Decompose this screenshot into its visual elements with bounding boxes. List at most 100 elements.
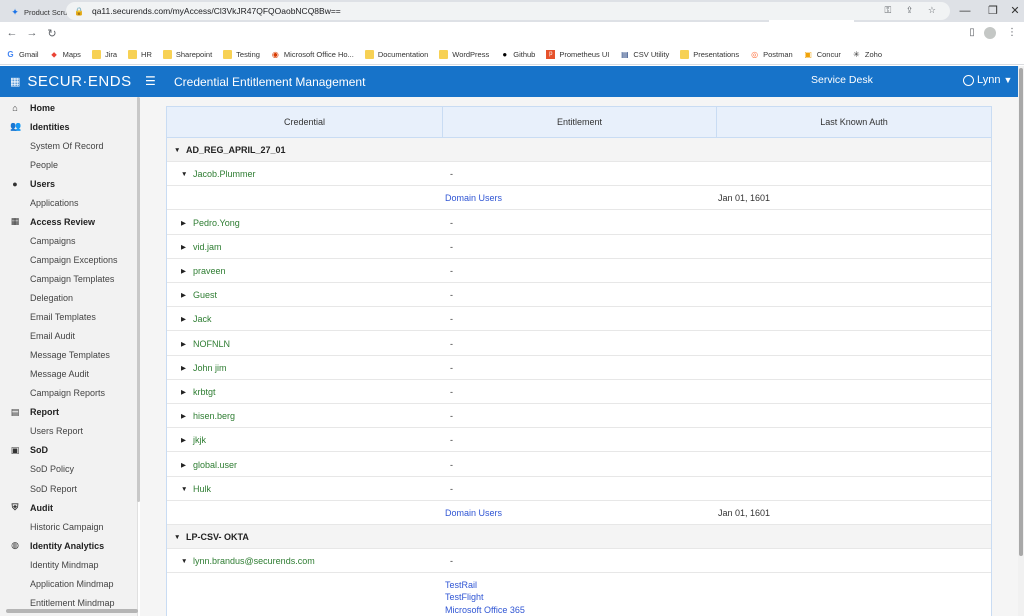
bookmark-item[interactable]: Presentations <box>680 49 739 59</box>
caret-right-icon[interactable]: ▶ <box>181 454 190 478</box>
credential-cell[interactable]: ▶ Pedro.Yong <box>181 211 240 235</box>
bookmark-item[interactable]: ▣ Concur <box>804 50 840 59</box>
sidebar-item-users-report[interactable]: Users Report <box>0 422 137 441</box>
sidebar-item-sod[interactable]: ▣ SoD <box>0 441 137 460</box>
bookmark-item[interactable]: G Gmail <box>6 50 38 59</box>
bookmark-item[interactable]: ⬥ Maps <box>50 50 81 59</box>
sidebar-item-campaign-templates[interactable]: Campaign Templates <box>0 269 137 288</box>
bookmark-item[interactable]: ▤ CSV Utility <box>620 50 669 59</box>
caret-right-icon[interactable]: ▶ <box>181 381 190 405</box>
credential-row[interactable]: ▶ global.user - <box>167 453 991 477</box>
sidebar-item-system-of-record[interactable]: System Of Record <box>0 136 137 155</box>
credential-row[interactable]: ▶ praveen - <box>167 259 991 283</box>
reload-icon[interactable]: ↻ <box>42 27 62 40</box>
credential-cell[interactable]: ▼ Hulk <box>181 477 211 501</box>
caret-down-icon[interactable]: ▼ <box>181 163 190 187</box>
credential-row[interactable]: ▼ lynn.brandus@securends.com - <box>167 549 991 574</box>
caret-right-icon[interactable]: ▶ <box>181 429 190 453</box>
user-menu[interactable]: Lynn ▼ <box>963 74 1012 86</box>
credential-cell[interactable]: ▼ Jacob.Plummer <box>181 162 256 186</box>
sidebar-item-campaign-exceptions[interactable]: Campaign Exceptions <box>0 250 137 269</box>
group-name-cell[interactable]: ▼ LP-CSV- OKTA <box>174 525 249 549</box>
browser-menu-icon[interactable]: ⋮ <box>1002 22 1022 44</box>
caret-right-icon[interactable]: ▶ <box>181 405 190 429</box>
credential-cell[interactable]: ▶ krbtgt <box>181 380 216 404</box>
side-panel-icon[interactable]: ▯ <box>962 22 982 44</box>
bookmark-item[interactable]: ◉ Microsoft Office Ho... <box>271 50 354 59</box>
sidebar-item-message-templates[interactable]: Message Templates <box>0 346 137 365</box>
credential-row[interactable]: ▶ krbtgt - <box>167 380 991 404</box>
page-scrollbar-thumb[interactable] <box>1019 68 1023 556</box>
credential-cell[interactable]: ▶ Jack <box>181 307 212 331</box>
sidebar-item-people[interactable]: People <box>0 155 137 174</box>
sidebar-item-email-audit[interactable]: Email Audit <box>0 327 137 346</box>
credential-cell[interactable]: ▶ hisen.berg <box>181 404 235 428</box>
credential-row[interactable]: ▶ hisen.berg - <box>167 404 991 429</box>
caret-down-icon[interactable]: ▼ <box>181 478 190 502</box>
sidebar-item-application-mindmap[interactable]: Application Mindmap <box>0 574 137 593</box>
caret-right-icon[interactable]: ▶ <box>181 357 190 381</box>
sidebar-item-campaign-reports[interactable]: Campaign Reports <box>0 384 137 403</box>
credential-row[interactable]: ▶ jkjk - <box>167 428 991 453</box>
bookmark-item[interactable]: ◎ Postman <box>750 50 793 59</box>
credential-row[interactable]: ▶ NOFNLN - <box>167 332 991 356</box>
minimize-icon[interactable]: — <box>950 0 980 22</box>
url-bar[interactable]: 🔒 qa11.securends.com/myAccess/Cl3VkJR47Q… <box>66 2 950 20</box>
sidebar-item-campaigns[interactable]: Campaigns <box>0 231 137 250</box>
entitlement-link[interactable]: TestRail <box>445 579 477 591</box>
credential-row[interactable]: ▼ Hulk - <box>167 477 991 501</box>
sidebar-item-delegation[interactable]: Delegation <box>0 289 137 308</box>
group-row[interactable]: ▼ LP-CSV- OKTA <box>167 525 991 550</box>
sidebar-item-identity-analytics[interactable]: ◍ Identity Analytics <box>0 536 137 555</box>
group-row[interactable]: ▼ AD_REG_APRIL_27_01 <box>167 138 991 162</box>
sidebar-item-identity-mindmap[interactable]: Identity Mindmap <box>0 555 137 574</box>
credential-cell[interactable]: ▶ vid.jam <box>181 235 222 259</box>
credential-row[interactable]: ▶ John jim - <box>167 356 991 380</box>
credential-cell[interactable]: ▶ NOFNLN <box>181 332 230 356</box>
sidebar-item-sod-policy[interactable]: SoD Policy <box>0 460 137 479</box>
bookmark-item[interactable]: HR <box>128 49 152 59</box>
credential-cell[interactable]: ▶ jkjk <box>181 428 206 452</box>
service-desk-link[interactable]: Service Desk <box>811 74 873 86</box>
entitlement-link[interactable]: Domain Users <box>445 508 502 518</box>
apps-grid-icon[interactable]: ▦ <box>10 75 20 88</box>
caret-right-icon[interactable]: ▶ <box>181 260 190 284</box>
bookmark-item[interactable]: WordPress <box>439 49 489 59</box>
bookmark-item[interactable]: ✳ Zoho <box>852 50 882 59</box>
credential-row[interactable]: ▶ Guest - <box>167 283 991 308</box>
profile-avatar[interactable] <box>984 27 996 39</box>
sidebar-item-historic-campaign[interactable]: Historic Campaign <box>0 517 137 536</box>
back-icon[interactable]: ← <box>2 27 22 39</box>
caret-right-icon[interactable]: ▶ <box>181 308 190 332</box>
bookmark-item[interactable]: Sharepoint <box>162 49 212 59</box>
credential-cell[interactable]: ▼ lynn.brandus@securends.com <box>181 549 315 573</box>
entitlement-link[interactable]: Microsoft Office 365 <box>445 604 525 616</box>
credential-row[interactable]: ▶ Jack - <box>167 307 991 332</box>
credential-cell[interactable]: ▶ global.user <box>181 453 237 477</box>
caret-right-icon[interactable]: ▶ <box>181 236 190 260</box>
hamburger-menu-icon[interactable]: ☰ <box>145 74 156 88</box>
sidebar-item-message-audit[interactable]: Message Audit <box>0 365 137 384</box>
bookmark-item[interactable]: Testing <box>223 49 260 59</box>
bookmark-item[interactable]: p Prometheus UI <box>546 49 609 59</box>
caret-right-icon[interactable]: ▶ <box>181 212 190 236</box>
sidebar-horizontal-scrollbar[interactable] <box>6 609 138 613</box>
caret-right-icon[interactable]: ▶ <box>181 284 190 308</box>
bookmark-item[interactable]: Jira <box>91 49 117 59</box>
credential-row[interactable]: ▶ vid.jam - <box>167 235 991 259</box>
sidebar-item-email-templates[interactable]: Email Templates <box>0 308 137 327</box>
omnibox-actions-icons[interactable]: ⚿ ⇪ ☆ <box>885 5 942 16</box>
entitlement-link[interactable]: TestFlight <box>445 591 484 603</box>
close-window-icon[interactable]: ✕ <box>1000 0 1024 22</box>
caret-right-icon[interactable]: ▶ <box>181 333 190 357</box>
entitlement-link[interactable]: Domain Users <box>445 193 502 203</box>
securends-logo[interactable]: ▦ SECUR·ENDS <box>10 73 132 90</box>
sidebar-item-access-review[interactable]: ▦ Access Review <box>0 212 137 231</box>
bookmark-item[interactable]: ● Github <box>500 50 535 59</box>
sidebar-item-sod-report[interactable]: SoD Report <box>0 479 137 498</box>
sidebar-item-identities[interactable]: 👥 Identities <box>0 117 137 136</box>
credential-cell[interactable]: ▶ praveen <box>181 259 226 283</box>
sidebar-item-applications[interactable]: Applications <box>0 193 137 212</box>
credential-row[interactable]: ▼ Jacob.Plummer - <box>167 162 991 187</box>
group-name-cell[interactable]: ▼ AD_REG_APRIL_27_01 <box>174 138 286 162</box>
